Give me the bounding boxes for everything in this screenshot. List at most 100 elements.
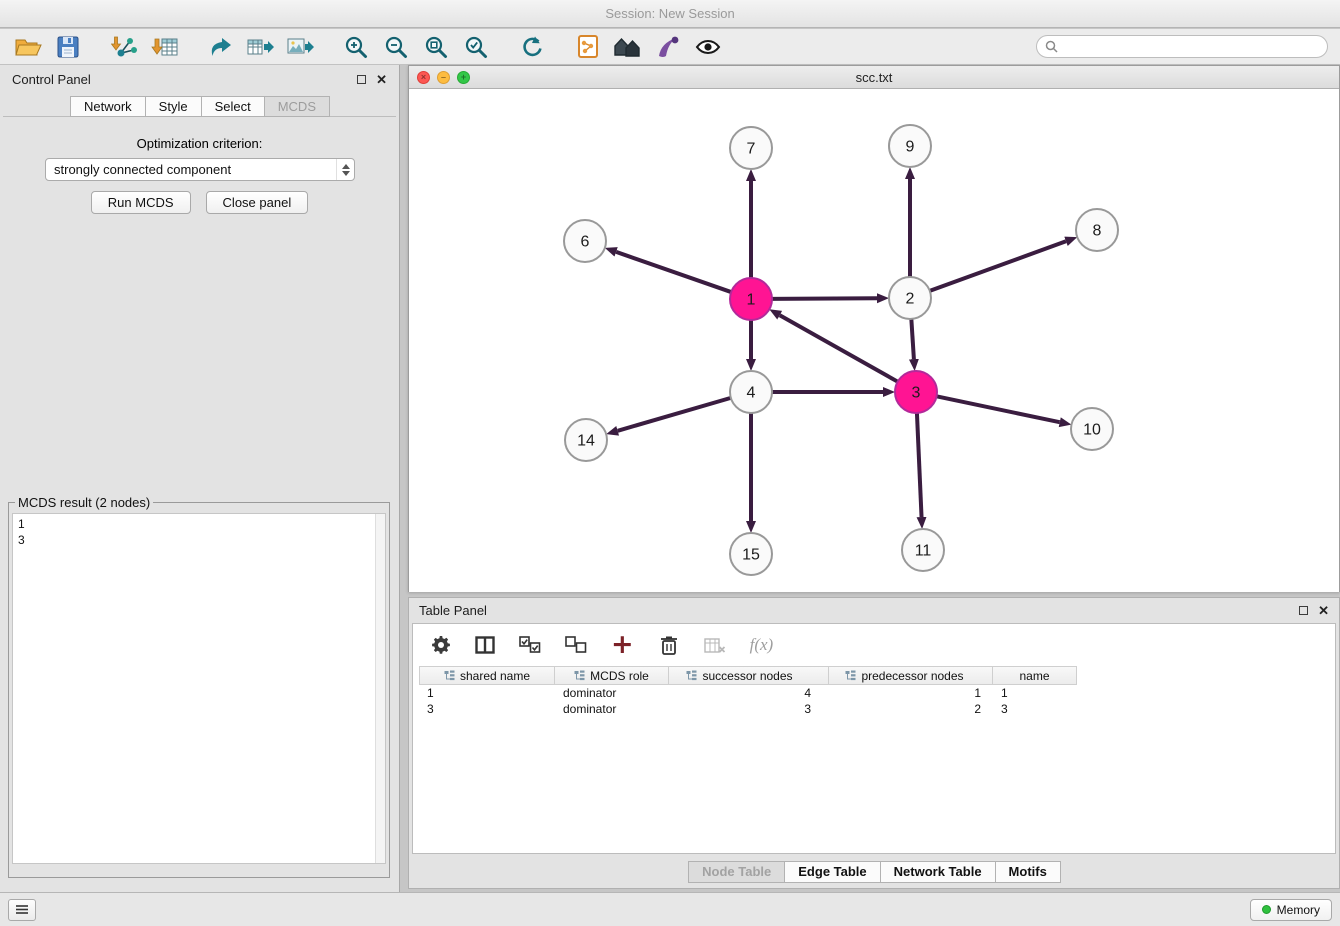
cell-shared-name[interactable]: 1	[419, 686, 555, 700]
graph-edge-2-3[interactable]	[911, 319, 914, 359]
cell-mcds-role[interactable]: dominator	[555, 686, 669, 700]
show-hide-button[interactable]	[688, 31, 728, 63]
zoom-out-icon	[384, 35, 408, 59]
task-history-button[interactable]	[8, 899, 36, 921]
table-toolbar: + f(	[413, 624, 1335, 666]
cell-predecessor-nodes[interactable]: 1	[829, 686, 993, 700]
network-graph[interactable]: 1234678910111415	[409, 90, 1339, 592]
table-options-button[interactable]	[431, 635, 451, 655]
apply-style-button[interactable]	[648, 31, 688, 63]
column-type-icon	[686, 670, 697, 681]
close-window-icon[interactable]: ×	[417, 71, 430, 84]
cell-successor-nodes[interactable]: 4	[669, 686, 829, 700]
delete-table-icon	[704, 637, 726, 654]
graph-edge-3-11[interactable]	[917, 413, 922, 517]
export-network-button[interactable]	[200, 31, 240, 63]
export-table-button[interactable]	[240, 31, 280, 63]
mcds-result-line[interactable]: 1	[18, 516, 370, 532]
graph-node-label: 14	[577, 433, 595, 450]
graph-node-label: 9	[906, 139, 915, 156]
cell-name[interactable]: 3	[993, 702, 1077, 716]
result-scrollbar[interactable]	[375, 514, 385, 863]
network-canvas[interactable]: 1234678910111415	[409, 90, 1339, 592]
mcds-result-line[interactable]: 3	[18, 532, 370, 548]
nested-networks-icon	[613, 35, 643, 59]
zoom-in-button[interactable]	[336, 31, 376, 63]
graph-edge-1-2[interactable]	[772, 298, 877, 299]
column-header-shared-name[interactable]: shared name	[419, 666, 555, 685]
zoom-fit-button[interactable]	[416, 31, 456, 63]
function-builder-button[interactable]: f(x)	[750, 635, 774, 655]
tab-style[interactable]: Style	[145, 96, 202, 117]
nested-network-button[interactable]	[608, 31, 648, 63]
search-input[interactable]	[1063, 39, 1327, 55]
delete-row-button[interactable]	[658, 634, 680, 656]
run-mcds-button[interactable]: Run MCDS	[91, 191, 191, 214]
graph-edge-3-10[interactable]	[937, 396, 1060, 422]
table-row[interactable]: 3 dominator 3 2 3	[419, 701, 1335, 717]
column-label: predecessor nodes	[861, 669, 963, 683]
first-neighbors-button[interactable]	[568, 31, 608, 63]
plus-icon: +	[611, 635, 634, 655]
cell-successor-nodes[interactable]: 3	[669, 702, 829, 716]
search-field[interactable]	[1036, 35, 1328, 58]
column-header-successor-nodes[interactable]: successor nodes	[669, 666, 829, 685]
zoom-out-button[interactable]	[376, 31, 416, 63]
cell-name[interactable]: 1	[993, 686, 1077, 700]
graph-node-label: 11	[915, 543, 932, 560]
import-network-button[interactable]	[104, 31, 144, 63]
column-label: shared name	[460, 669, 530, 683]
tab-select[interactable]: Select	[201, 96, 265, 117]
minimize-window-icon[interactable]: –	[437, 71, 450, 84]
close-panel-icon[interactable]: ✕	[376, 73, 387, 86]
export-image-button[interactable]	[280, 31, 320, 63]
eye-icon	[695, 37, 721, 57]
graph-edge-3-1[interactable]	[780, 315, 898, 381]
graph-edge-1-6[interactable]	[616, 252, 731, 292]
criterion-dropdown[interactable]: strongly connected component	[45, 158, 355, 181]
column-header-predecessor-nodes[interactable]: predecessor nodes	[829, 666, 993, 685]
graph-node-label: 8	[1093, 223, 1102, 240]
table-panel: Table Panel ✕	[408, 597, 1340, 889]
float-table-panel-icon[interactable]	[1299, 606, 1308, 615]
dropdown-stepper-icon	[336, 159, 354, 180]
column-header-mcds-role[interactable]: MCDS role	[555, 666, 669, 685]
select-all-button[interactable]	[519, 636, 541, 654]
column-header-name[interactable]: name	[993, 666, 1077, 685]
open-session-button[interactable]	[8, 31, 48, 63]
tab-motifs[interactable]: Motifs	[995, 861, 1061, 883]
close-table-panel-icon[interactable]: ✕	[1318, 604, 1329, 617]
deselect-all-button[interactable]	[565, 636, 587, 654]
import-table-icon	[151, 35, 178, 59]
node-table: shared name MCDS role successor nodes pr…	[419, 666, 1335, 717]
mcds-result-title: MCDS result (2 nodes)	[15, 495, 153, 510]
zoom-selected-button[interactable]	[456, 31, 496, 63]
optimization-criterion-label: Optimization criterion:	[0, 136, 399, 151]
memory-button[interactable]: Memory	[1250, 899, 1332, 921]
table-row[interactable]: 1 dominator 4 1 1	[419, 685, 1335, 701]
float-panel-icon[interactable]	[357, 75, 366, 84]
add-row-button[interactable]: +	[611, 635, 634, 655]
save-session-button[interactable]	[48, 31, 88, 63]
fx-icon: f(x)	[750, 635, 774, 655]
zoom-window-icon[interactable]: +	[457, 71, 470, 84]
import-table-button[interactable]	[144, 31, 184, 63]
delete-table-button[interactable]	[704, 637, 726, 654]
tab-mcds[interactable]: MCDS	[264, 96, 330, 117]
refresh-layout-button[interactable]	[512, 31, 552, 63]
tab-network[interactable]: Network	[70, 96, 146, 117]
close-panel-button[interactable]: Close panel	[206, 191, 309, 214]
graph-edge-2-8[interactable]	[930, 241, 1066, 291]
gear-icon	[431, 635, 451, 655]
tab-node-table[interactable]: Node Table	[688, 861, 785, 883]
tab-network-table[interactable]: Network Table	[880, 861, 996, 883]
graph-node-label: 15	[742, 547, 760, 564]
cell-shared-name[interactable]: 3	[419, 702, 555, 716]
select-all-checks-icon	[519, 636, 541, 654]
cell-mcds-role[interactable]: dominator	[555, 702, 669, 716]
graph-edge-4-14[interactable]	[618, 398, 731, 431]
tab-edge-table[interactable]: Edge Table	[784, 861, 880, 883]
deselect-all-checks-icon	[565, 636, 587, 654]
cell-predecessor-nodes[interactable]: 2	[829, 702, 993, 716]
show-columns-button[interactable]	[475, 636, 495, 654]
